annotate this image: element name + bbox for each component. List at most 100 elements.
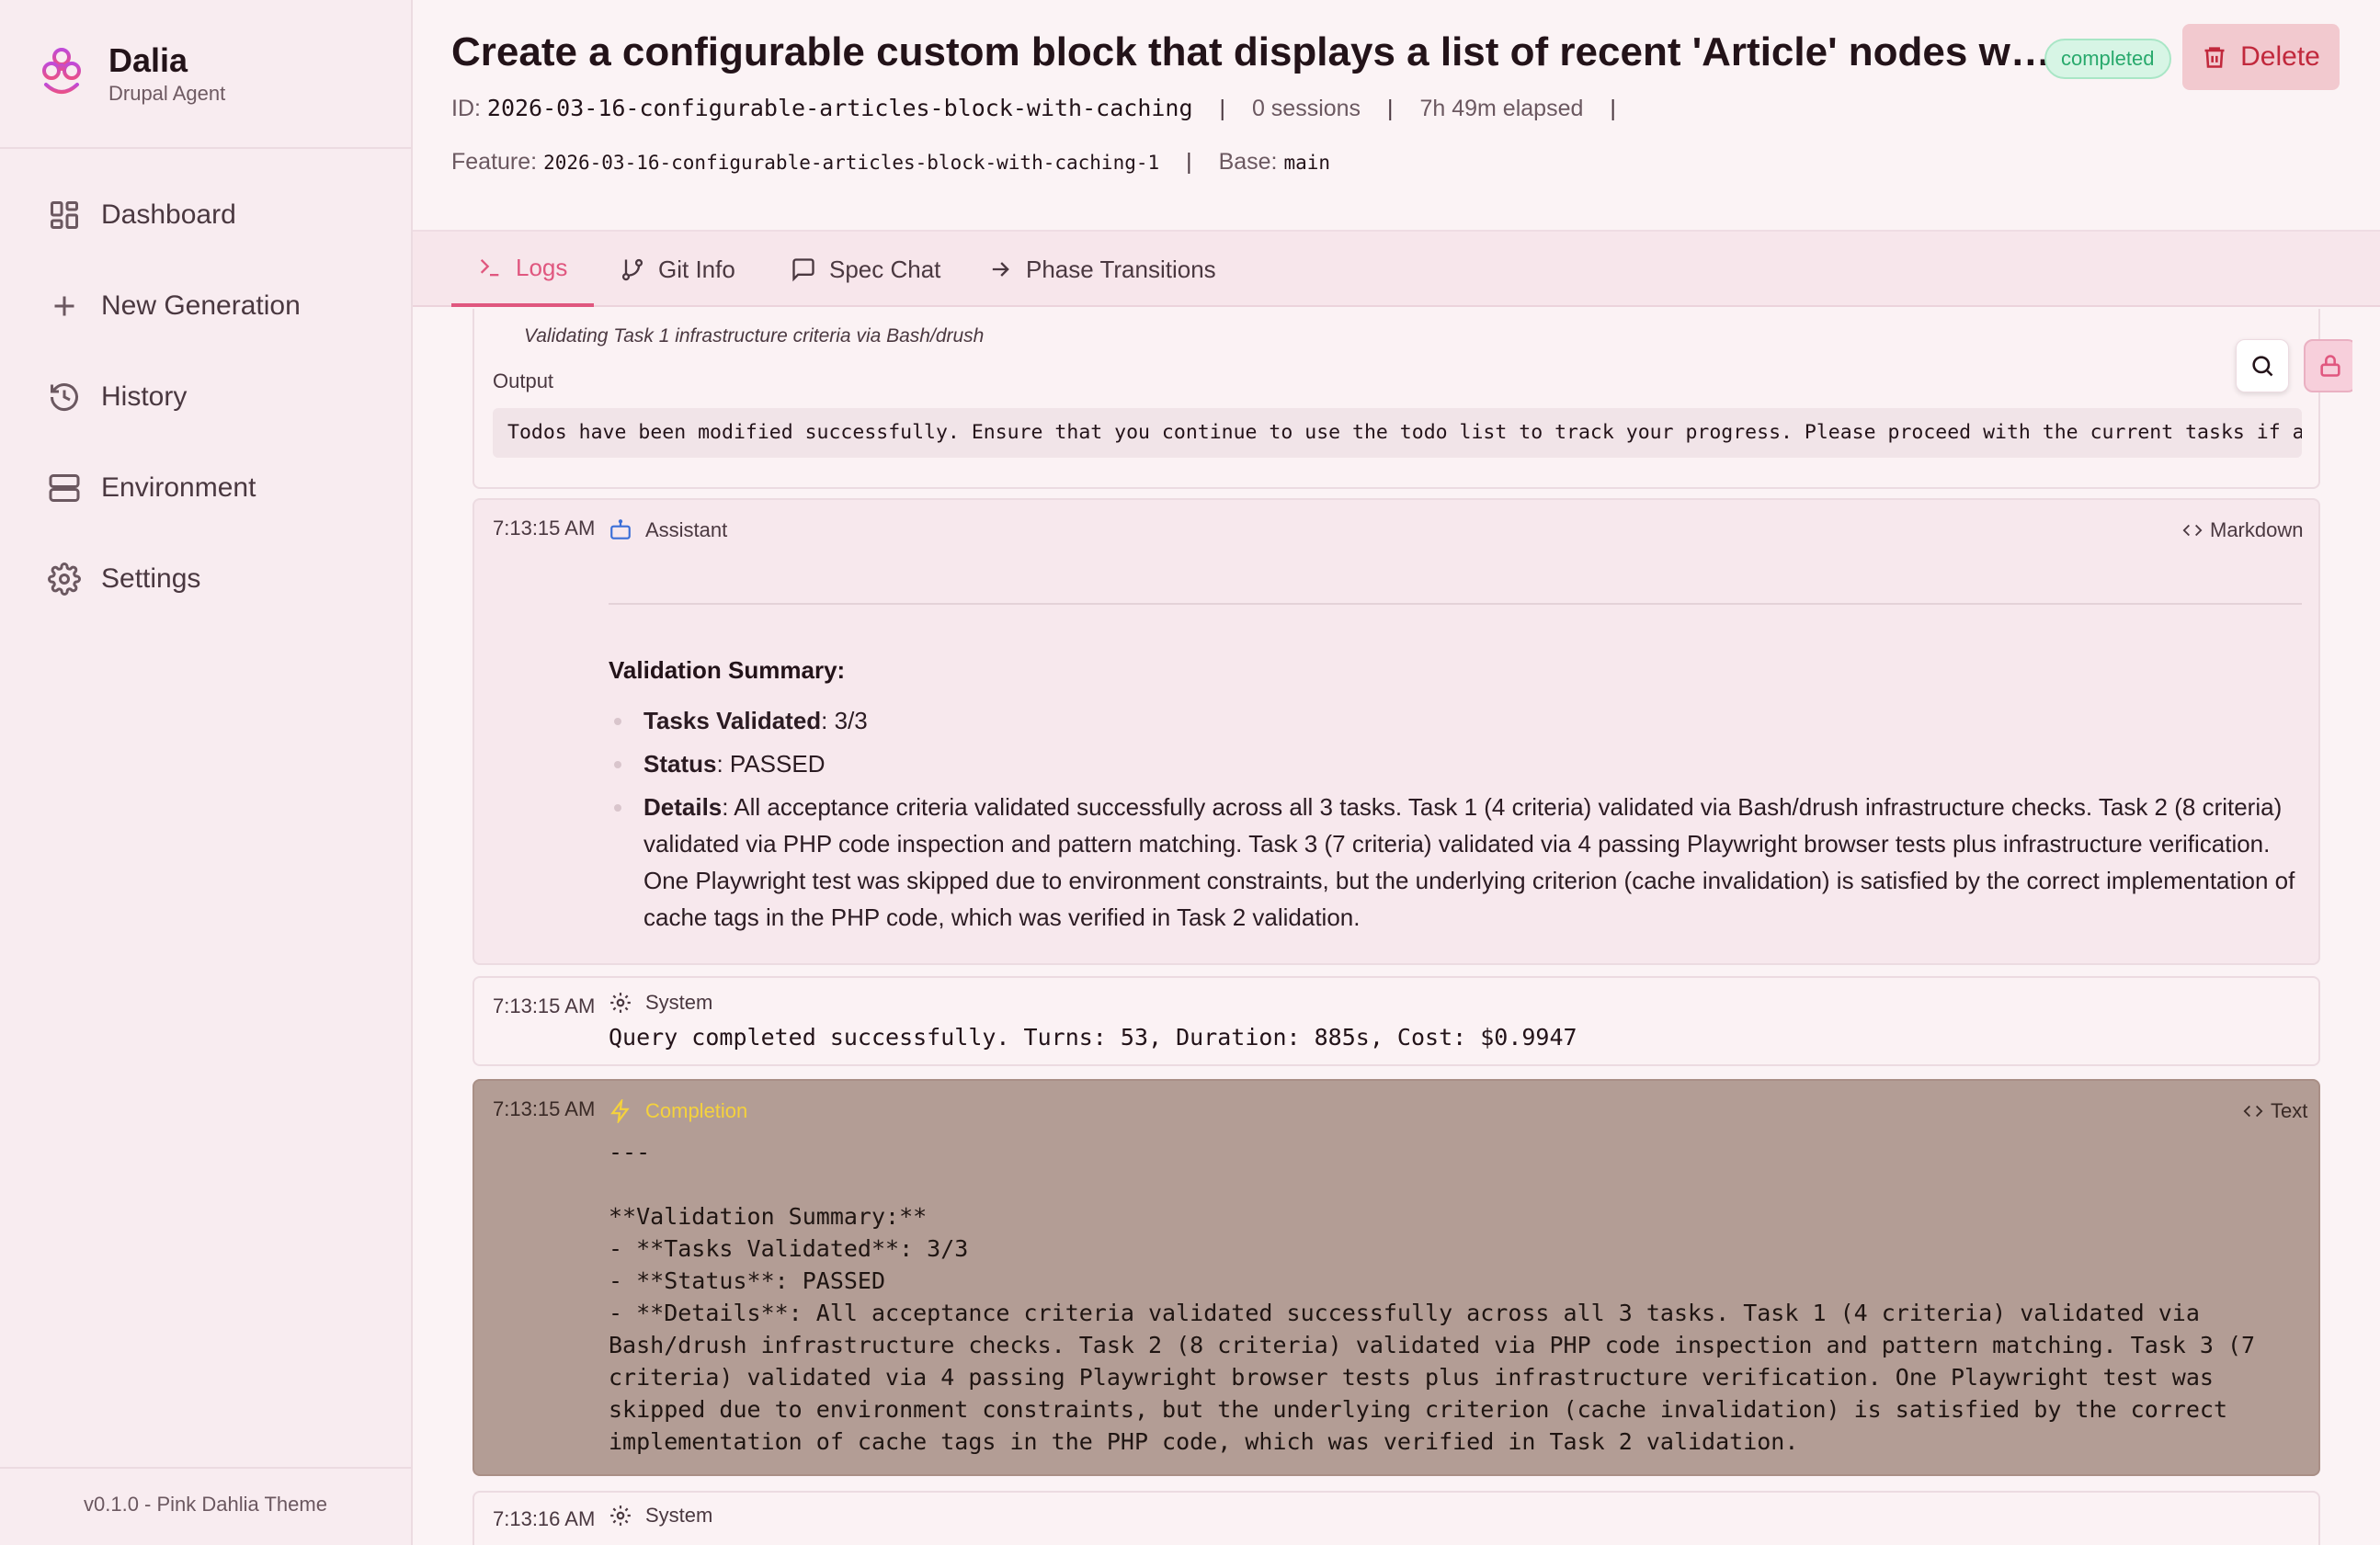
sidebar-footer-divider xyxy=(0,1467,411,1469)
output-text[interactable]: Todos have been modified successfully. E… xyxy=(493,408,2302,458)
log-timestamp: 7:13:16 AM xyxy=(493,1507,596,1530)
status-badge: completed xyxy=(2044,39,2171,79)
tab-label: Phase Transitions xyxy=(1026,255,1216,283)
list-item-value: : PASSED xyxy=(716,750,826,778)
list-item-key: Details xyxy=(643,793,723,821)
divider xyxy=(609,603,2302,605)
lock-icon xyxy=(2320,355,2340,377)
log-timestamp: 7:13:15 AM xyxy=(493,1097,596,1120)
scroll-lock-button[interactable] xyxy=(2304,339,2352,392)
id-value: 2026-03-16-configurable-articles-block-w… xyxy=(486,95,1193,121)
sidebar-item-environment[interactable]: Environment xyxy=(0,442,411,533)
log-role: Assistant xyxy=(609,518,727,542)
output-label: Output xyxy=(493,369,554,392)
code-icon xyxy=(2182,524,2203,537)
log-timestamp: 7:13:15 AM xyxy=(493,994,596,1017)
server-icon xyxy=(49,473,80,502)
log-role-label: System xyxy=(645,991,713,1014)
trash-icon xyxy=(2204,47,2225,68)
chat-icon xyxy=(792,258,814,282)
format-toggle-label: Text xyxy=(2271,1099,2308,1122)
log-role: System xyxy=(609,991,712,1015)
sidebar-item-settings[interactable]: Settings xyxy=(0,533,411,624)
base-label: Base: xyxy=(1218,149,1278,175)
tool-description: Validating Task 1 infrastructure criteri… xyxy=(524,325,985,346)
list-item: Details: All acceptance criteria validat… xyxy=(609,789,2309,936)
sidebar-item-label: New Generation xyxy=(101,290,301,321)
log-role-label: System xyxy=(645,1504,713,1527)
list-item-value: : All acceptance criteria validated succ… xyxy=(643,793,2295,931)
summary-title: Validation Summary: xyxy=(609,656,846,684)
log-timestamp: 7:13:15 AM xyxy=(493,517,596,540)
id-label: ID: xyxy=(451,96,481,121)
terminal-icon xyxy=(480,259,499,277)
feature-label: Feature: xyxy=(451,149,538,175)
lightning-icon xyxy=(610,1099,630,1123)
bot-icon xyxy=(610,519,631,540)
code-icon xyxy=(2243,1105,2263,1118)
tab-phase-transitions[interactable]: Phase Transitions xyxy=(987,232,1216,307)
log-role: System xyxy=(609,1504,712,1528)
tab-bar: Logs Git Info Spec Chat Phase Transition… xyxy=(413,230,2380,307)
log-entry-completion: 7:13:15 AM Completion Text --- **Validat… xyxy=(473,1079,2320,1476)
version-label: v0.1.0 - Pink Dahlia Theme xyxy=(84,1493,327,1516)
main-panel: Create a configurable custom block that … xyxy=(413,0,2380,1545)
format-toggle-label: Markdown xyxy=(2210,518,2304,541)
tab-git-info[interactable]: Git Info xyxy=(620,232,735,307)
git-branch-icon xyxy=(621,258,643,281)
history-icon xyxy=(51,382,78,411)
sidebar-item-label: History xyxy=(101,381,188,412)
list-item-value: : 3/3 xyxy=(821,707,868,734)
log-entry-tool-output: Validating Task 1 infrastructure criteri… xyxy=(473,309,2320,489)
meta-row-branches: Feature: 2026-03-16-configurable-article… xyxy=(451,145,1330,179)
list-item-key: Status xyxy=(643,750,717,778)
meta-row-id: ID: 2026-03-16-configurable-articles-blo… xyxy=(451,92,1636,125)
separator: | xyxy=(1186,149,1192,175)
arrow-right-icon xyxy=(992,262,1009,277)
log-role-label: Assistant xyxy=(645,518,728,541)
gear-icon xyxy=(610,1505,631,1526)
sidebar-divider xyxy=(0,147,411,149)
log-stream[interactable]: Validating Task 1 infrastructure criteri… xyxy=(451,309,2352,1545)
log-role: Completion xyxy=(609,1099,747,1123)
gear-icon xyxy=(48,562,81,596)
sidebar: Dalia Drupal Agent Dashboard New Generat… xyxy=(0,0,413,1545)
sidebar-item-label: Environment xyxy=(101,471,256,503)
search-icon xyxy=(2252,356,2273,377)
elapsed-time: 7h 49m elapsed xyxy=(1419,96,1584,121)
sidebar-item-dashboard[interactable]: Dashboard xyxy=(0,169,411,260)
log-entry-system: 7:13:16 AM System xyxy=(473,1491,2320,1545)
format-toggle-markdown[interactable]: Markdown xyxy=(2182,518,2303,542)
tab-logs[interactable]: Logs xyxy=(451,232,594,307)
tab-label: Spec Chat xyxy=(829,255,941,283)
log-entry-system: 7:13:15 AM System Query completed succes… xyxy=(473,976,2320,1066)
separator: | xyxy=(1610,96,1616,121)
search-logs-button[interactable] xyxy=(2236,339,2289,392)
separator: | xyxy=(1219,96,1225,121)
log-entry-assistant: 7:13:15 AM Assistant Markdown Validation… xyxy=(473,498,2320,965)
page-title: Create a configurable custom block that … xyxy=(451,29,2051,74)
sidebar-nav: Dashboard New Generation History Environ… xyxy=(0,169,411,624)
tab-spec-chat[interactable]: Spec Chat xyxy=(791,232,940,307)
list-item-key: Tasks Validated xyxy=(643,707,822,734)
tab-label: Git Info xyxy=(658,255,735,283)
sidebar-item-label: Settings xyxy=(101,562,201,594)
brand[interactable]: Dalia Drupal Agent xyxy=(40,40,225,107)
list-item: Tasks Validated: 3/3 xyxy=(609,702,2309,739)
format-toggle-text[interactable]: Text xyxy=(2243,1099,2307,1123)
plus-icon xyxy=(54,296,74,315)
dahlia-logo-icon xyxy=(42,48,81,94)
sidebar-item-history[interactable]: History xyxy=(0,351,411,442)
feature-branch: 2026-03-16-configurable-articles-block-w… xyxy=(543,152,1160,174)
completion-text: --- **Validation Summary:** - **Tasks Va… xyxy=(609,1139,2256,1455)
sessions-count: 0 sessions xyxy=(1251,96,1361,121)
separator: | xyxy=(1387,96,1394,121)
list-item: Status: PASSED xyxy=(609,745,2309,782)
brand-name: Dalia xyxy=(108,41,188,79)
sidebar-item-new-generation[interactable]: New Generation xyxy=(0,260,411,351)
log-role-label: Completion xyxy=(645,1099,748,1122)
sidebar-item-label: Dashboard xyxy=(101,199,236,230)
base-branch: main xyxy=(1283,152,1331,174)
delete-button[interactable]: Delete xyxy=(2182,24,2340,90)
summary-list: Tasks Validated: 3/3 Status: PASSED Deta… xyxy=(609,702,2309,942)
